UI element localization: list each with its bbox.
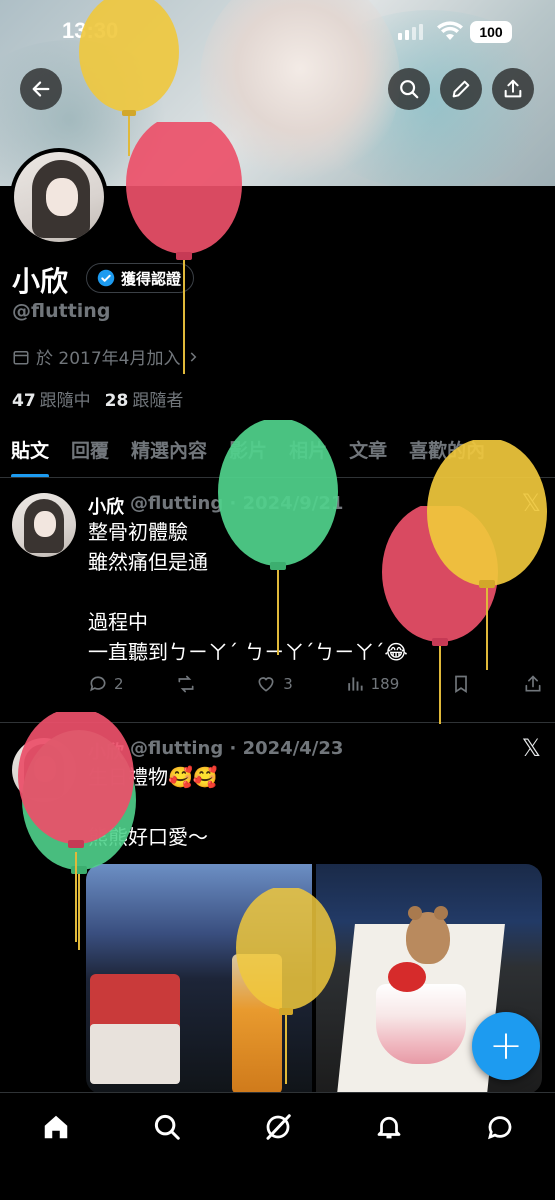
bottom-navigation [0,1092,555,1200]
tab-articles[interactable]: 文章 [338,430,398,477]
profile-name: 小欣 [12,265,69,298]
verified-badge-icon [97,269,115,287]
followers-count: 28 [104,391,129,411]
views-count: 189 [370,675,400,693]
bookmark-icon [455,675,467,694]
retweet-button[interactable] [175,674,203,694]
views-button[interactable]: 189 [345,674,400,694]
nav-notifications[interactable] [373,1111,405,1143]
retweet-icon [178,675,194,693]
tweet-header: 小欣 @flutting · 2024/9/21 [88,493,343,519]
reply-button[interactable]: 2 [88,674,124,694]
nav-home[interactable] [40,1111,72,1143]
heart-icon [258,677,274,692]
like-button[interactable]: 3 [255,674,293,694]
follow-stats: 47 跟隨中 28 跟隨者 [12,386,183,411]
home-icon [44,1115,68,1139]
plus-icon: + [489,1023,523,1069]
x-logo-icon: 𝕏 [521,734,541,762]
share-icon [504,79,522,98]
views-icon [347,677,363,691]
edit-button[interactable] [440,68,482,110]
tab-photos[interactable]: 相片 [278,430,338,477]
share-tweet-button[interactable] [523,674,543,694]
share-icon [525,675,541,692]
chevron-right-icon [191,351,197,362]
wifi-icon [436,20,464,46]
tweet-actions: 2 3 189 [88,674,543,694]
joined-date: 於 2017年4月加入 [36,349,181,369]
x-logo-icon: 𝕏 [521,489,541,517]
tweet-author-name: 小欣 [88,742,124,763]
tweet-media[interactable] [86,864,542,1094]
followers-link[interactable]: 28 跟隨者 [105,386,184,411]
bell-icon [377,1116,401,1139]
message-icon [488,1116,512,1140]
reply-count: 2 [114,675,124,693]
profile-handle: @flutting [12,300,111,322]
tweet-text: 整骨初體驗 雖然痛但是通 過程中 一直聽到ㄅㄧㄚˊ ㄅㄧㄚˊㄅㄧㄚˊ😂 [88,520,408,664]
tweet-author-name: 小欣 [88,497,124,518]
tab-videos[interactable]: 影片 [218,430,278,477]
pencil-icon [452,80,470,98]
like-count: 3 [283,675,293,693]
battery-indicator: 100 [470,21,512,43]
calendar-icon [13,350,29,364]
tweet-avatar[interactable] [12,493,76,557]
tweet-avatar[interactable] [12,738,76,802]
profile-tabs: 貼文 回覆 精選內容 影片 相片 文章 喜歡的內 [0,430,555,478]
following-link[interactable]: 47 跟隨中 [12,386,91,411]
status-time: 13:30 [62,18,119,43]
tweet-meta: @flutting · 2024/9/21 [130,493,344,514]
reply-icon [90,676,106,692]
search-icon [154,1114,180,1140]
following-count: 47 [12,391,36,411]
search-button[interactable] [388,68,430,110]
joined-date-row[interactable]: 於 2017年4月加入 [12,344,200,369]
cellular-signal-icon [398,24,423,40]
nav-grok[interactable] [262,1111,294,1143]
grok-icon [266,1114,291,1140]
nav-messages[interactable] [484,1111,516,1143]
back-arrow-icon [32,81,50,97]
share-button[interactable] [492,68,534,110]
profile-avatar[interactable] [10,148,108,246]
verified-label: 獲得認證 [121,269,182,288]
tweet-header: 小欣 @flutting · 2024/4/23 [88,738,343,764]
media-photo-gift[interactable] [86,864,312,1094]
tab-replies[interactable]: 回覆 [60,430,120,477]
compose-fab[interactable]: + [472,1012,540,1080]
followers-label: 跟隨者 [132,391,184,411]
tweet-meta: @flutting · 2024/4/23 [130,738,344,759]
bookmark-button[interactable] [451,674,471,694]
tab-highlights[interactable]: 精選內容 [120,430,218,477]
following-label: 跟隨中 [39,391,91,411]
back-button[interactable] [20,68,62,110]
tweet-text: 生日禮物🥰🥰 熊熊好口愛～ [88,765,218,849]
search-icon [400,80,419,99]
nav-search[interactable] [151,1111,183,1143]
verified-badge-button[interactable]: 獲得認證 [86,263,195,293]
tab-likes[interactable]: 喜歡的內 [398,430,496,477]
tab-posts[interactable]: 貼文 [0,430,60,477]
